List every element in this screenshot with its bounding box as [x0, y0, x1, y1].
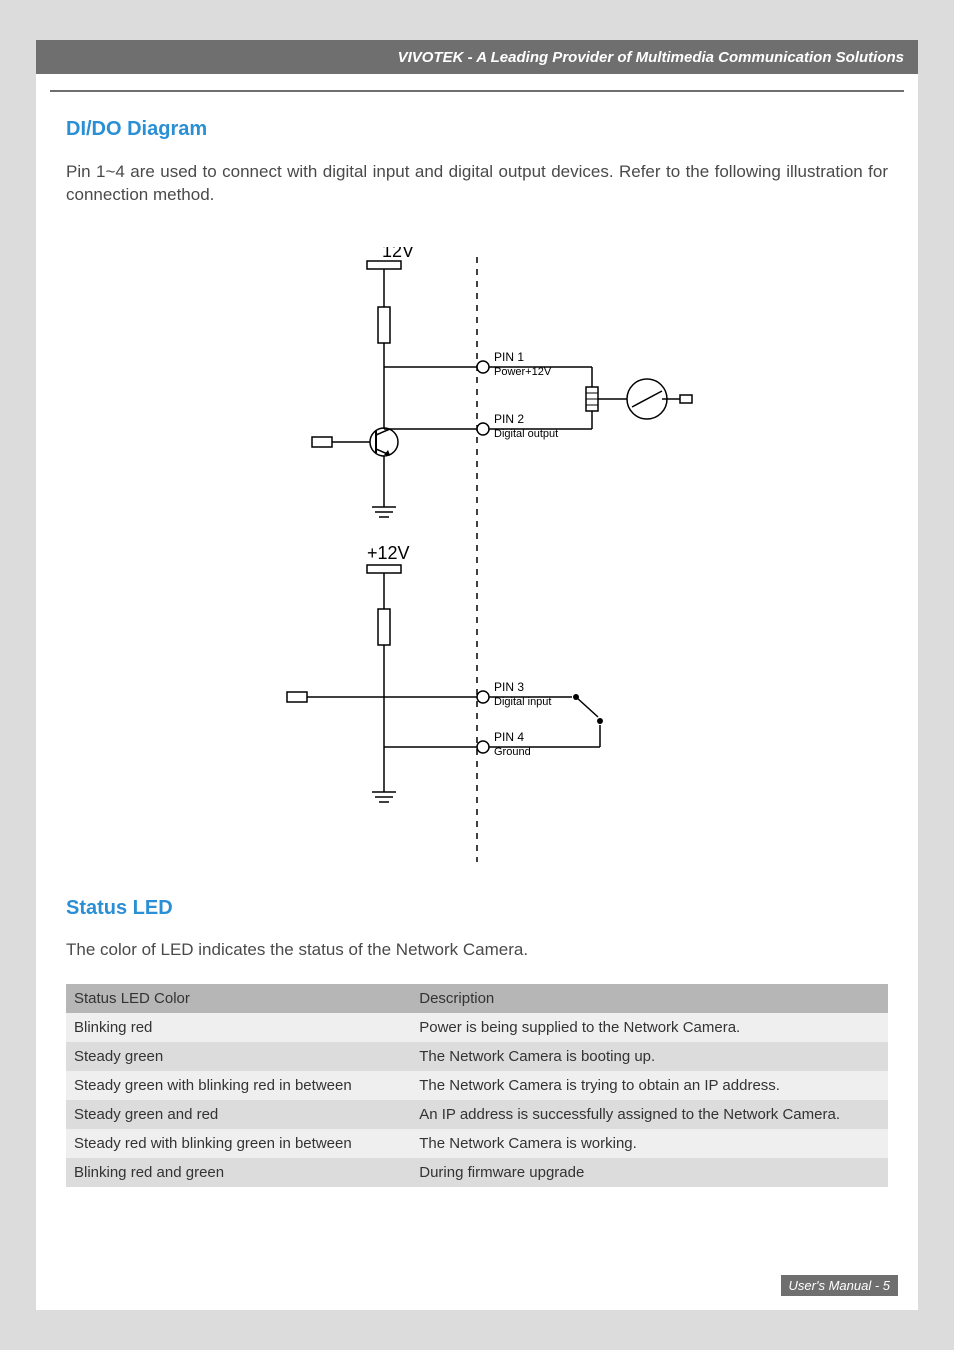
table-row: Steady green The Network Camera is booti… — [66, 1042, 888, 1071]
pin4-desc: Ground — [494, 746, 531, 758]
table-row: Blinking red and green During firmware u… — [66, 1158, 888, 1187]
heading-dido: DI/DO Diagram — [66, 118, 888, 141]
statusled-intro: The color of LED indicates the status of… — [66, 940, 888, 960]
content-area: DI/DO Diagram Pin 1~4 are used to connec… — [66, 118, 888, 1187]
diagram-plus12v-label: +12V — [367, 543, 410, 563]
header-band: VIVOTEK - A Leading Provider of Multimed… — [36, 40, 918, 74]
cell-color: Blinking red and green — [66, 1158, 411, 1187]
cell-color: Steady green and red — [66, 1100, 411, 1129]
dido-paragraph: Pin 1~4 are used to connect with digital… — [66, 161, 888, 207]
cell-desc: Power is being supplied to the Network C… — [411, 1013, 888, 1042]
pin4-name: PIN 4 — [494, 730, 524, 744]
statusled-table: Status LED Color Description Blinking re… — [66, 984, 888, 1187]
pin1-name: PIN 1 — [494, 350, 524, 364]
page: VIVOTEK - A Leading Provider of Multimed… — [36, 40, 918, 1310]
cell-desc: The Network Camera is working. — [411, 1129, 888, 1158]
cell-color: Steady red with blinking green in betwee… — [66, 1129, 411, 1158]
pin3-desc: Digital input — [494, 696, 551, 708]
cell-desc: The Network Camera is trying to obtain a… — [411, 1071, 888, 1100]
diagram-wrap: 12V PIN 1 — [66, 247, 888, 867]
table-row: Steady green and red An IP address is su… — [66, 1100, 888, 1129]
table-header-color: Status LED Color — [66, 984, 411, 1013]
diagram-12v-label: 12V — [382, 247, 414, 261]
dido-diagram: 12V PIN 1 — [242, 247, 712, 867]
table-header-desc: Description — [411, 984, 888, 1013]
table-row: Blinking red Power is being supplied to … — [66, 1013, 888, 1042]
cell-desc: During firmware upgrade — [411, 1158, 888, 1187]
heading-statusled: Status LED — [66, 897, 888, 920]
cell-color: Blinking red — [66, 1013, 411, 1042]
header-brand: VIVOTEK - A Leading Provider of Multimed… — [398, 49, 904, 66]
cell-desc: The Network Camera is booting up. — [411, 1042, 888, 1071]
cell-color: Steady green with blinking red in betwee… — [66, 1071, 411, 1100]
pin2-desc: Digital output — [494, 428, 558, 440]
pin3-name: PIN 3 — [494, 680, 524, 694]
pin1-desc: Power+12V — [494, 366, 552, 378]
table-row: Steady red with blinking green in betwee… — [66, 1129, 888, 1158]
footer-pagenum: User's Manual - 5 — [781, 1275, 898, 1296]
table-row: Steady green with blinking red in betwee… — [66, 1071, 888, 1100]
cell-color: Steady green — [66, 1042, 411, 1071]
pin2-name: PIN 2 — [494, 412, 524, 426]
header-rule — [50, 90, 904, 92]
cell-desc: An IP address is successfully assigned t… — [411, 1100, 888, 1129]
